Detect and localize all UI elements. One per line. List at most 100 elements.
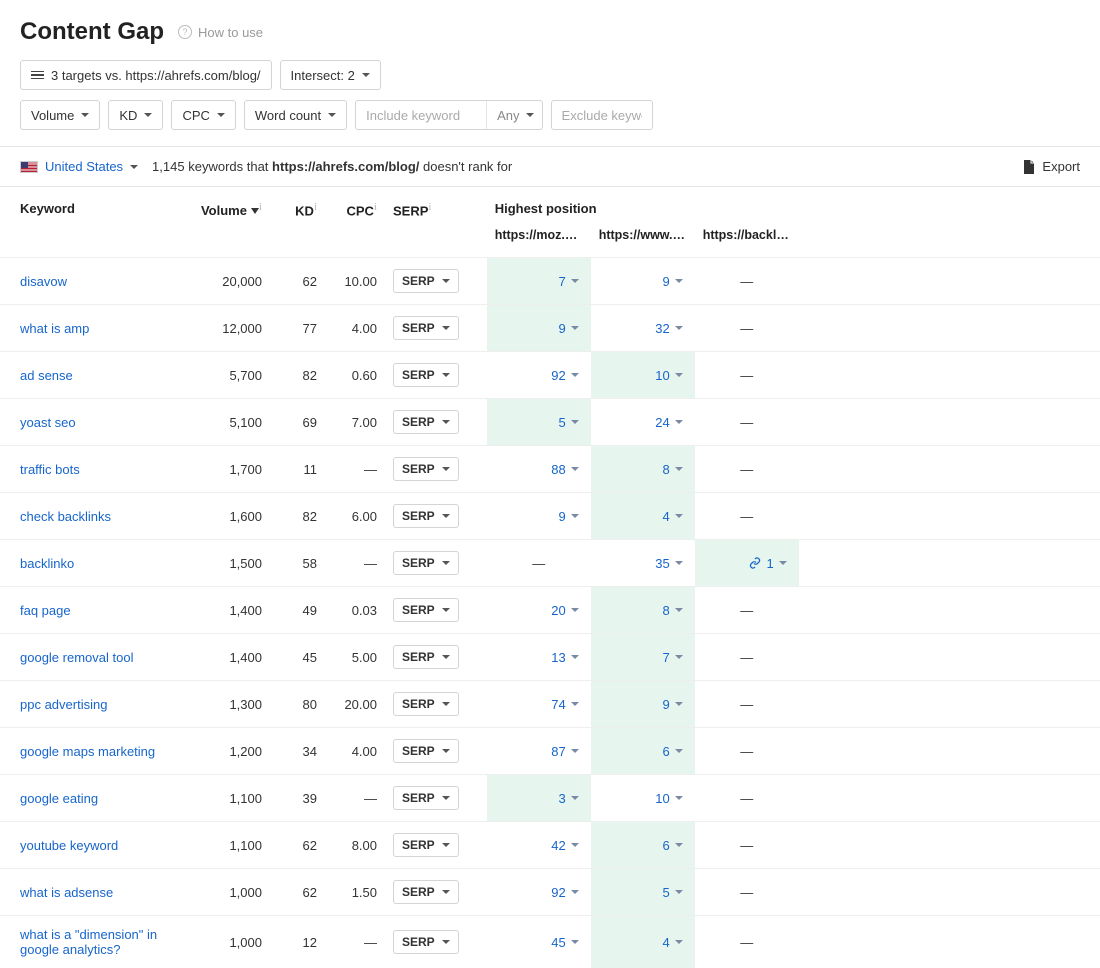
col-kd[interactable]: KDi (270, 187, 325, 228)
serp-button[interactable]: SERP (393, 930, 459, 954)
serp-button[interactable]: SERP (393, 739, 459, 763)
keyword-link[interactable]: disavow (20, 274, 67, 289)
kd-cell: 12 (270, 916, 325, 968)
position-cell[interactable]: 4 (591, 916, 695, 968)
exclude-keyword-input[interactable] (552, 101, 652, 129)
cpc-filter[interactable]: CPC (171, 100, 235, 130)
word-count-filter[interactable]: Word count (244, 100, 347, 130)
targets-button[interactable]: 3 targets vs. https://ahrefs.com/blog/ (20, 60, 272, 90)
chevron-down-icon (571, 655, 579, 659)
keyword-link[interactable]: ad sense (20, 368, 73, 383)
serp-button[interactable]: SERP (393, 880, 459, 904)
position-cell[interactable]: 92 (487, 869, 591, 916)
position-cell[interactable]: 74 (487, 681, 591, 728)
how-to-use-link[interactable]: ? How to use (178, 25, 263, 40)
position-cell[interactable]: 87 (487, 728, 591, 775)
position-cell[interactable]: 9 (591, 681, 695, 728)
position-cell[interactable]: 5 (591, 869, 695, 916)
chevron-down-icon (442, 940, 450, 944)
competitor-2[interactable]: https://www.searchenginejournal (591, 228, 695, 258)
position-cell[interactable]: 13 (487, 634, 591, 681)
keyword-link[interactable]: what is adsense (20, 885, 113, 900)
col-keyword[interactable]: Keyword (0, 187, 190, 228)
keyword-link[interactable]: yoast seo (20, 415, 76, 430)
position-cell: — (695, 681, 799, 728)
volume-cell: 1,000 (190, 916, 270, 968)
kd-filter[interactable]: KD (108, 100, 163, 130)
serp-button[interactable]: SERP (393, 598, 459, 622)
position-cell[interactable]: 10 (591, 775, 695, 822)
position-cell[interactable]: 9 (487, 305, 591, 352)
serp-button[interactable]: SERP (393, 786, 459, 810)
serp-button[interactable]: SERP (393, 269, 459, 293)
position-cell[interactable]: 3 (487, 775, 591, 822)
cpc-cell: 4.00 (325, 728, 385, 775)
position-cell[interactable]: 1 (695, 540, 799, 587)
col-cpc[interactable]: CPCi (325, 187, 385, 228)
position-cell[interactable]: 45 (487, 916, 591, 968)
chevron-down-icon (442, 514, 450, 518)
position-cell[interactable]: 6 (591, 728, 695, 775)
chevron-down-icon (571, 514, 579, 518)
chevron-down-icon (571, 467, 579, 471)
volume-filter[interactable]: Volume (20, 100, 100, 130)
position-cell[interactable]: 6 (591, 822, 695, 869)
keyword-link[interactable]: traffic bots (20, 462, 80, 477)
competitor-1[interactable]: https://moz.com (487, 228, 591, 258)
kd-cell: 82 (270, 493, 325, 540)
serp-button[interactable]: SERP (393, 645, 459, 669)
position-cell[interactable]: 35 (591, 540, 695, 587)
table-row: yoast seo 5,100 69 7.00 SERP 524— (0, 399, 1100, 446)
keyword-link[interactable]: google eating (20, 791, 98, 806)
chevron-down-icon (675, 561, 683, 565)
serp-button[interactable]: SERP (393, 504, 459, 528)
position-cell[interactable]: 7 (487, 258, 591, 305)
position-cell[interactable]: 20 (487, 587, 591, 634)
serp-button[interactable]: SERP (393, 692, 459, 716)
include-keyword-input[interactable] (356, 101, 486, 129)
serp-button[interactable]: SERP (393, 551, 459, 575)
keyword-link[interactable]: what is amp (20, 321, 89, 336)
position-cell[interactable]: 9 (487, 493, 591, 540)
include-keyword-wrap: Any (355, 100, 542, 130)
competitor-3[interactable]: https://backlinko (695, 228, 799, 258)
keyword-link[interactable]: check backlinks (20, 509, 111, 524)
position-cell[interactable]: 10 (591, 352, 695, 399)
keyword-link[interactable]: backlinko (20, 556, 74, 571)
export-button[interactable]: Export (1023, 159, 1080, 174)
serp-button[interactable]: SERP (393, 363, 459, 387)
serp-button[interactable]: SERP (393, 316, 459, 340)
table-row: what is a "dimension" in google analytic… (0, 916, 1100, 968)
position-cell[interactable]: 4 (591, 493, 695, 540)
keyword-link[interactable]: google maps marketing (20, 744, 155, 759)
chevron-down-icon (442, 326, 450, 330)
position-cell[interactable]: 9 (591, 258, 695, 305)
position-cell[interactable]: 7 (591, 634, 695, 681)
keyword-cell: traffic bots (0, 446, 190, 493)
serp-button[interactable]: SERP (393, 410, 459, 434)
position-cell[interactable]: 8 (591, 446, 695, 493)
keyword-link[interactable]: google removal tool (20, 650, 133, 665)
keyword-link[interactable]: faq page (20, 603, 71, 618)
table-row: faq page 1,400 49 0.03 SERP 208— (0, 587, 1100, 634)
position-cell[interactable]: 92 (487, 352, 591, 399)
position-cell[interactable]: 24 (591, 399, 695, 446)
intersect-button[interactable]: Intersect: 2 (280, 60, 381, 90)
keyword-link[interactable]: ppc advertising (20, 697, 107, 712)
include-mode-select[interactable]: Any (486, 101, 541, 129)
position-cell[interactable]: 32 (591, 305, 695, 352)
keyword-cell: ad sense (0, 352, 190, 399)
position-cell[interactable]: 88 (487, 446, 591, 493)
country-select[interactable]: United States (20, 159, 138, 174)
position-cell[interactable]: 5 (487, 399, 591, 446)
keyword-link[interactable]: what is a "dimension" in google analytic… (20, 927, 157, 957)
serp-cell: SERP (385, 728, 467, 775)
keyword-link[interactable]: youtube keyword (20, 838, 118, 853)
serp-button[interactable]: SERP (393, 457, 459, 481)
position-cell[interactable]: 8 (591, 587, 695, 634)
page-title: Content Gap (20, 18, 164, 46)
position-cell[interactable]: 42 (487, 822, 591, 869)
col-volume[interactable]: Volumei (190, 187, 270, 228)
serp-button[interactable]: SERP (393, 833, 459, 857)
position-cell: — (487, 540, 591, 587)
